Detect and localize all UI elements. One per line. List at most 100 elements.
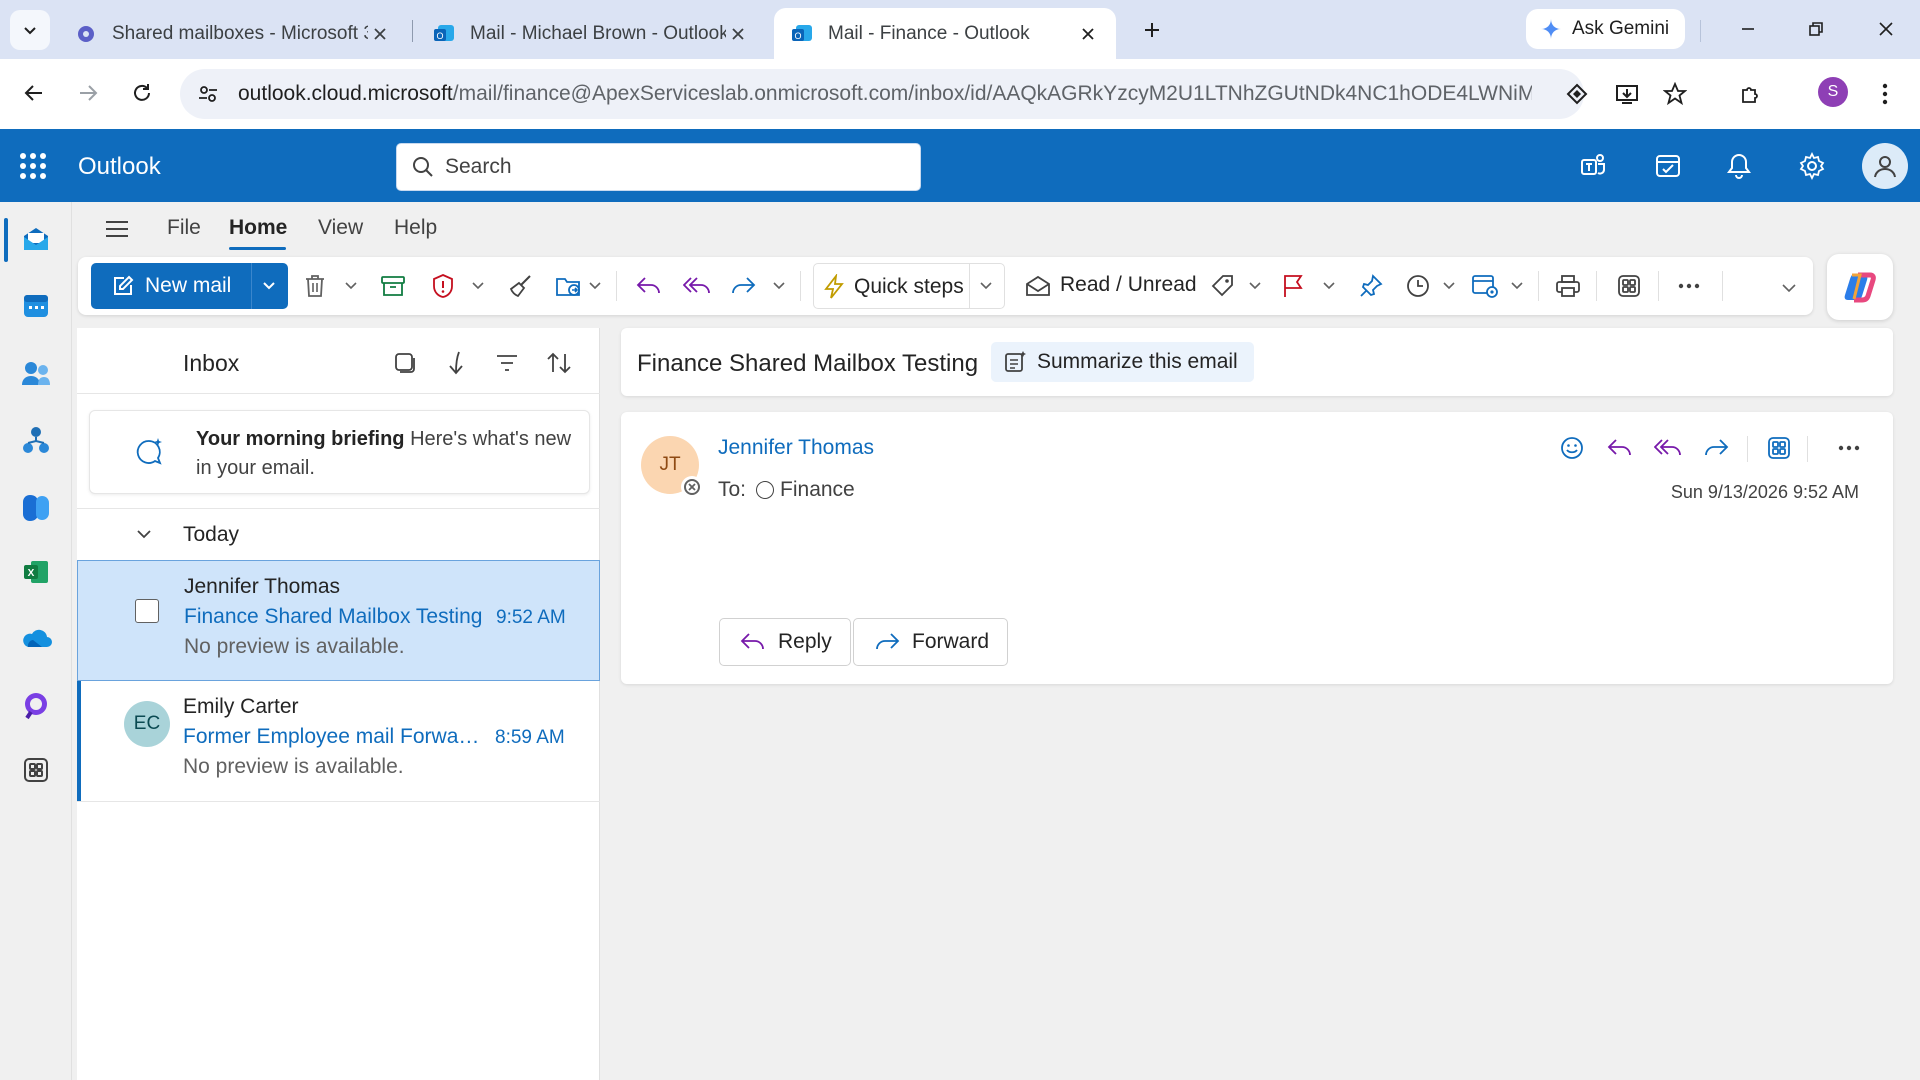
outlook-brand[interactable]: Outlook: [78, 153, 161, 181]
move-options-chevron-icon[interactable]: [588, 277, 602, 295]
rail-org-explorer-icon[interactable]: [16, 420, 56, 460]
settings-gear-icon[interactable]: [1793, 147, 1831, 185]
forward-button[interactable]: [70, 75, 106, 111]
copilot-icon[interactable]: [1827, 254, 1893, 320]
rail-calendar-icon[interactable]: [16, 286, 56, 326]
flag-icon[interactable]: [1278, 271, 1308, 301]
tag-options-chevron-icon[interactable]: [1248, 277, 1262, 295]
respond-options-chevron-icon[interactable]: [772, 277, 786, 295]
extensions-puzzle-icon[interactable]: [1734, 77, 1768, 111]
bookmark-star-icon[interactable]: [1658, 77, 1692, 111]
move-to-folder-icon[interactable]: [554, 271, 584, 301]
forward-icon[interactable]: [728, 271, 758, 301]
site-info-icon[interactable]: [188, 74, 228, 114]
reply-all-icon[interactable]: [682, 271, 712, 301]
rules-calendar-gear-icon[interactable]: [1470, 271, 1500, 301]
close-window-button[interactable]: [1862, 8, 1910, 50]
rules-options-chevron-icon[interactable]: [1510, 277, 1524, 295]
message-list-pane: Inbox Your morning briefing Here's what'…: [77, 328, 600, 1080]
chevron-down-icon[interactable]: [259, 275, 279, 295]
extension-diamond-icon[interactable]: [1560, 77, 1594, 111]
filter-icon[interactable]: [492, 348, 522, 378]
quick-steps-button[interactable]: Quick steps: [813, 263, 1005, 309]
read-unread-button[interactable]: Read / Unread: [1060, 273, 1197, 297]
app-launcher-icon[interactable]: [18, 151, 48, 181]
browser-tab-finance[interactable]: O Mail - Finance - Outlook: [774, 8, 1116, 59]
rail-viva-engage-icon[interactable]: [16, 686, 56, 726]
teams-icon[interactable]: [1575, 147, 1613, 185]
reply-icon: [740, 633, 764, 650]
pin-icon[interactable]: [1356, 271, 1386, 301]
reply-icon[interactable]: [1604, 432, 1636, 464]
expand-ribbon-chevron-icon[interactable]: [1782, 279, 1796, 297]
reply-button[interactable]: Reply: [719, 618, 851, 666]
report-shield-icon[interactable]: [428, 271, 458, 301]
account-avatar[interactable]: [1862, 143, 1908, 189]
group-header-today[interactable]: Today: [77, 508, 600, 560]
browser-tab-michael-brown[interactable]: O Mail - Michael Brown - Outlook: [416, 8, 766, 59]
snooze-clock-icon[interactable]: [1403, 271, 1433, 301]
report-options-chevron-icon[interactable]: [471, 277, 485, 295]
delete-icon[interactable]: [300, 271, 330, 301]
summarize-email-button[interactable]: Summarize this email: [991, 342, 1254, 382]
navigation-pane-toggle-icon[interactable]: [102, 214, 132, 244]
forward-icon[interactable]: [1700, 432, 1732, 464]
apps-grid-icon[interactable]: [1614, 271, 1644, 301]
search-box[interactable]: Search: [396, 143, 921, 191]
reply-icon[interactable]: [634, 271, 664, 301]
rail-more-apps-icon[interactable]: [16, 750, 56, 790]
select-mode-icon[interactable]: [390, 348, 420, 378]
tab-search-button[interactable]: [10, 10, 50, 50]
forward-button[interactable]: Forward: [853, 618, 1009, 666]
browser-menu-icon[interactable]: [1868, 77, 1902, 111]
select-checkbox[interactable]: [135, 599, 159, 623]
more-options-icon[interactable]: [1674, 271, 1704, 301]
delete-options-chevron-icon[interactable]: [344, 277, 358, 295]
mail-list-item[interactable]: EC Emily Carter Former Employee mail For…: [77, 681, 600, 802]
apps-grid-icon[interactable]: [1763, 432, 1795, 464]
mail-list-item[interactable]: Jennifer Thomas Finance Shared Mailbox T…: [77, 560, 600, 681]
address-bar[interactable]: outlook.cloud.microsoft/mail/finance@Ape…: [180, 69, 1584, 119]
tab-home[interactable]: Home: [229, 216, 287, 240]
tab-help[interactable]: Help: [394, 216, 437, 240]
rail-onedrive-icon[interactable]: [16, 618, 56, 658]
tab-file[interactable]: File: [167, 216, 201, 240]
sort-icon[interactable]: [544, 348, 574, 378]
print-icon[interactable]: [1553, 271, 1583, 301]
close-tab-icon[interactable]: [1076, 22, 1100, 46]
jump-to-icon[interactable]: [441, 348, 471, 378]
profile-avatar[interactable]: S: [1818, 77, 1848, 107]
chevron-down-icon[interactable]: [980, 281, 992, 291]
flag-options-chevron-icon[interactable]: [1322, 277, 1336, 295]
reply-all-icon[interactable]: [1652, 432, 1684, 464]
back-button[interactable]: [16, 75, 52, 111]
my-day-icon[interactable]: [1649, 147, 1687, 185]
sender-name[interactable]: Jennifer Thomas: [718, 436, 874, 460]
sweep-broom-icon[interactable]: [506, 271, 536, 301]
new-mail-button[interactable]: New mail: [91, 263, 288, 309]
reload-button[interactable]: [124, 75, 160, 111]
install-app-icon[interactable]: [1610, 77, 1644, 111]
archive-icon[interactable]: [378, 271, 408, 301]
morning-briefing-card[interactable]: Your morning briefing Here's what's new …: [89, 410, 590, 494]
tag-icon[interactable]: [1208, 271, 1238, 301]
snooze-options-chevron-icon[interactable]: [1442, 277, 1456, 295]
restore-button[interactable]: [1792, 8, 1840, 50]
reaction-emoji-icon[interactable]: [1556, 432, 1588, 464]
rail-excel-icon[interactable]: X: [16, 552, 56, 592]
close-tab-icon[interactable]: [368, 22, 392, 46]
rail-people-icon[interactable]: [16, 354, 56, 394]
minimize-button[interactable]: [1724, 8, 1772, 50]
ask-gemini-button[interactable]: Ask Gemini: [1526, 9, 1686, 49]
rail-mail-icon[interactable]: [16, 220, 56, 260]
recipient-name[interactable]: Finance: [780, 478, 855, 502]
browser-tab-shared-mailboxes[interactable]: Shared mailboxes - Microsoft 365: [58, 8, 408, 59]
new-tab-button[interactable]: [1136, 10, 1168, 50]
ask-gemini-label: Ask Gemini: [1572, 18, 1670, 39]
close-tab-icon[interactable]: [726, 22, 750, 46]
more-actions-icon[interactable]: [1833, 432, 1865, 464]
envelope-open-icon[interactable]: [1023, 271, 1053, 301]
notifications-bell-icon[interactable]: [1720, 147, 1758, 185]
tab-view[interactable]: View: [318, 216, 363, 240]
rail-microsoft365-icon[interactable]: [16, 488, 56, 528]
